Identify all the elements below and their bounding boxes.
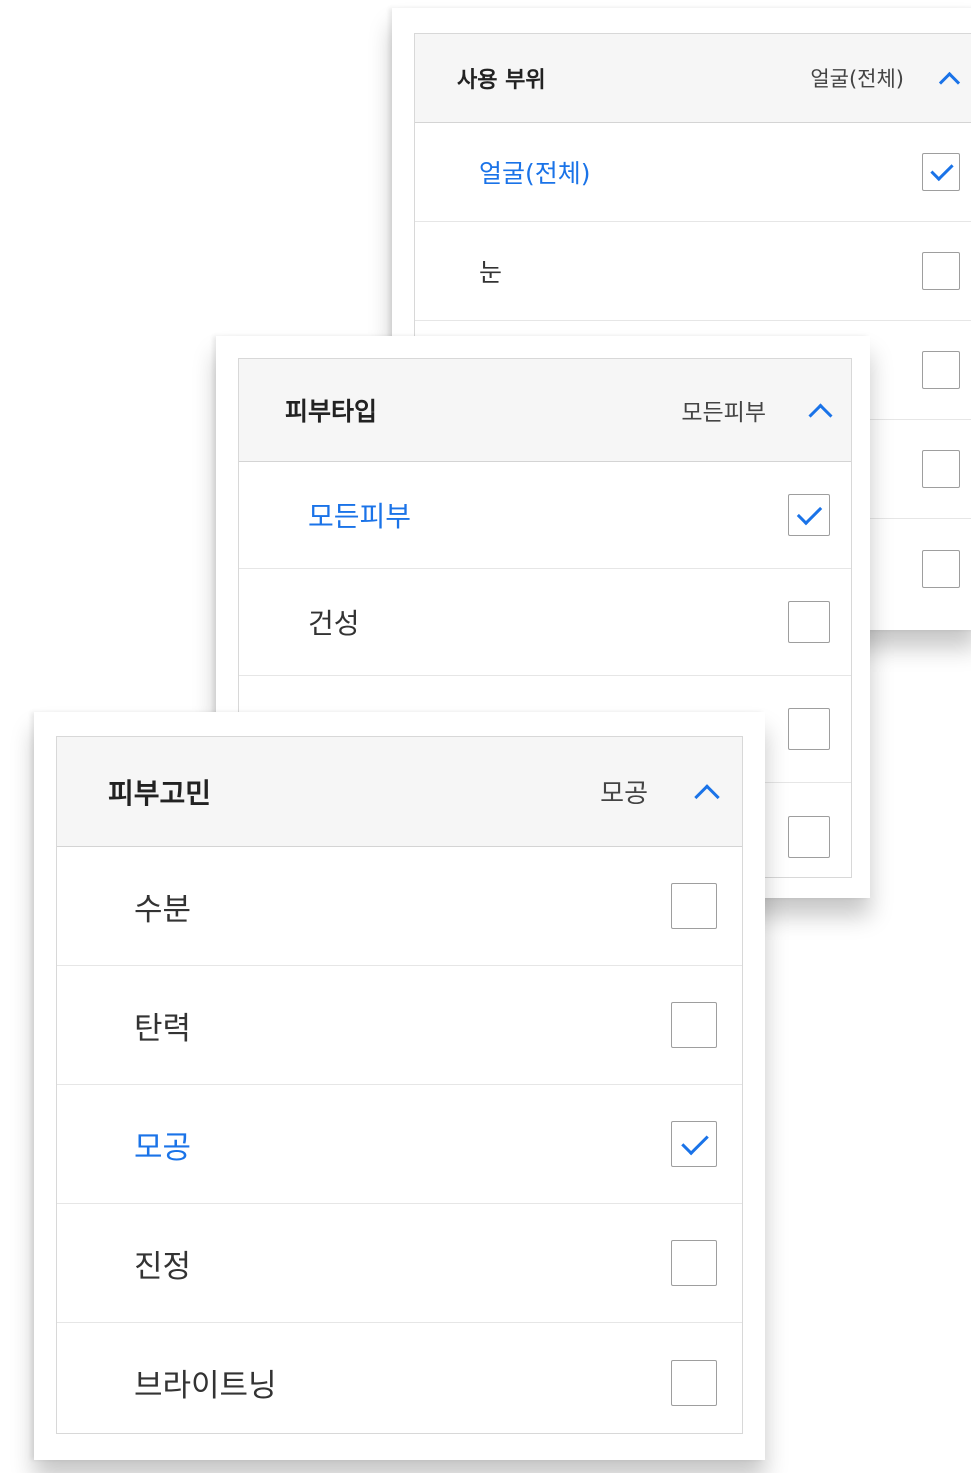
skin-type-header[interactable]: 피부타입 모든피부 [239,359,851,462]
skin-type-title: 피부타입 [285,397,378,426]
checkbox[interactable] [922,153,960,191]
checkmark-icon [796,499,823,526]
chevron-up-icon[interactable] [938,71,961,93]
skin-type-option[interactable]: 모든피부 [239,462,851,569]
checkbox[interactable] [788,601,830,643]
usage-area-option[interactable]: 얼굴(전체) [415,123,971,222]
checkbox[interactable] [922,252,960,290]
skin-concern-option[interactable]: 탄력 [57,966,742,1085]
option-label: 건성 [308,607,360,640]
checkbox[interactable] [922,549,960,588]
checkbox[interactable] [788,708,830,750]
skin-concern-option[interactable]: 진정 [57,1204,742,1323]
checkbox[interactable] [671,1240,717,1286]
skin-type-selected-value: 모든피부 [681,400,766,426]
option-label: 수분 [134,891,192,928]
option-label: 진정 [134,1248,192,1285]
option-label: 눈 [479,258,503,287]
skin-concern-selected-value: 모공 [600,779,648,809]
usage-area-selected-value: 얼굴(전체) [810,67,904,91]
skin-concern-title: 피부고민 [108,776,212,810]
option-label: 모공 [134,1129,192,1166]
skin-concern-option[interactable]: 모공 [57,1085,742,1204]
checkbox[interactable] [788,494,830,536]
checkbox[interactable] [671,1121,717,1167]
option-label: 탄력 [134,1010,192,1047]
checkbox[interactable] [788,815,830,858]
usage-area-header[interactable]: 사용 부위 얼굴(전체) [415,34,971,123]
checkbox[interactable] [922,351,960,389]
checkmark-icon [681,1127,709,1156]
skin-concern-card: 피부고민 모공 수분 탄력 모공 진정 브라이트닝 [34,712,765,1460]
skin-concern-header[interactable]: 피부고민 모공 [57,737,742,847]
chevron-up-icon[interactable] [694,783,720,810]
checkbox[interactable] [671,883,717,929]
checkbox[interactable] [922,450,960,488]
option-label: 얼굴(전체) [479,159,591,188]
chevron-up-icon[interactable] [808,402,833,428]
checkbox[interactable] [671,1359,717,1406]
filter-stage: 사용 부위 얼굴(전체) 얼굴(전체) 눈 피부타입 모든피부 모든피부 건성 … [0,0,971,1473]
skin-concern-option[interactable]: 브라이트닝 [57,1323,742,1433]
option-label: 모든피부 [308,500,412,533]
option-label: 브라이트닝 [134,1368,277,1404]
checkbox[interactable] [671,1002,717,1048]
skin-type-option[interactable]: 건성 [239,569,851,676]
skin-concern-filter: 피부고민 모공 수분 탄력 모공 진정 브라이트닝 [56,736,743,1434]
usage-area-option[interactable]: 눈 [415,222,971,321]
skin-concern-option[interactable]: 수분 [57,847,742,966]
usage-area-title: 사용 부위 [457,68,546,93]
checkmark-icon [930,157,954,182]
